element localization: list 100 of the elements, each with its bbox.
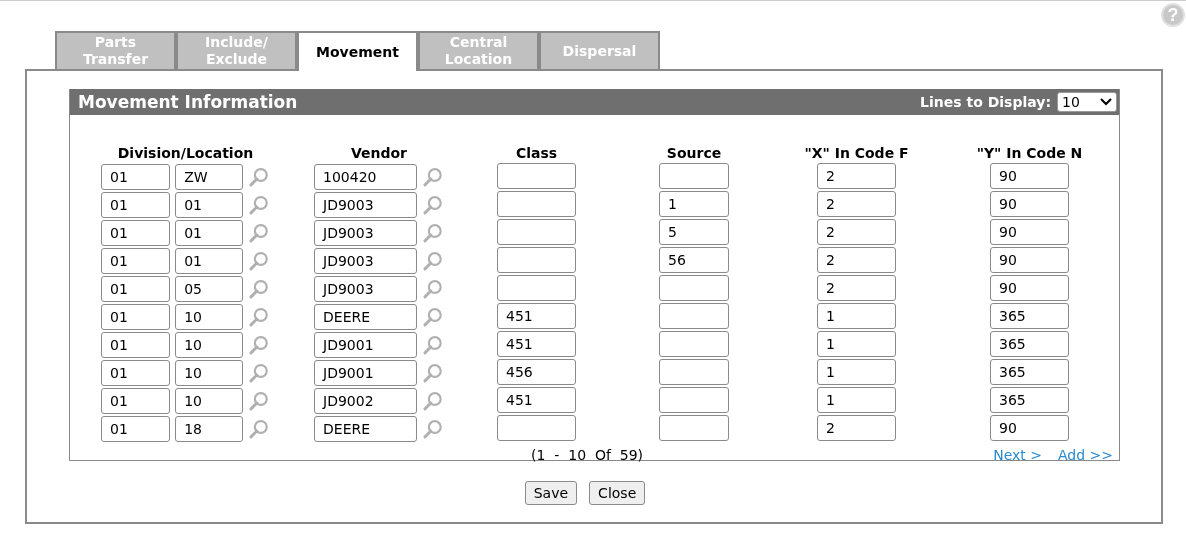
column-header: Source <box>666 145 722 163</box>
search-icon[interactable] <box>248 250 270 272</box>
x-code-field[interactable]: 2 <box>817 247 896 273</box>
division-field[interactable]: 01 <box>101 360 171 386</box>
location-field[interactable]: 10 <box>175 360 244 386</box>
location-field[interactable]: 01 <box>175 220 244 246</box>
source-field[interactable]: 1 <box>659 191 729 217</box>
x-code-field[interactable]: 1 <box>817 303 896 329</box>
source-field[interactable] <box>659 359 729 385</box>
vendor-field[interactable]: JD9001 <box>314 360 418 386</box>
y-code-field[interactable]: 90 <box>990 247 1069 273</box>
y-code-field[interactable]: 365 <box>990 303 1069 329</box>
tab[interactable]: Movement <box>297 31 418 71</box>
search-icon[interactable] <box>248 166 270 188</box>
pagination-text: (1 - 10 Of 59) <box>531 447 644 463</box>
search-icon[interactable] <box>422 390 444 412</box>
location-field[interactable]: 01 <box>175 248 244 274</box>
pager-link[interactable]: Add >> <box>1058 447 1113 463</box>
x-code-field[interactable]: 2 <box>817 219 896 245</box>
class-field[interactable] <box>497 275 576 301</box>
search-icon[interactable] <box>248 306 270 328</box>
search-icon[interactable] <box>248 194 270 216</box>
location-field[interactable]: 10 <box>175 304 244 330</box>
class-field[interactable] <box>497 219 576 245</box>
search-icon[interactable] <box>422 418 444 440</box>
search-icon[interactable] <box>422 278 444 300</box>
pager-link[interactable]: Next > <box>993 447 1042 463</box>
vendor-field[interactable]: JD9003 <box>314 192 418 218</box>
source-field[interactable]: 56 <box>659 247 729 273</box>
division-field[interactable]: 01 <box>101 388 171 414</box>
source-field[interactable] <box>659 387 729 413</box>
search-icon[interactable] <box>248 334 270 356</box>
search-icon[interactable] <box>422 250 444 272</box>
location-field[interactable]: 01 <box>175 192 244 218</box>
action-button[interactable]: Save <box>524 481 578 505</box>
location-field[interactable]: 10 <box>175 388 244 414</box>
x-code-field[interactable]: 2 <box>817 415 896 441</box>
class-field[interactable] <box>497 415 576 441</box>
search-icon[interactable] <box>422 166 444 188</box>
x-code-field[interactable]: 2 <box>817 275 896 301</box>
class-field[interactable] <box>497 163 576 189</box>
division-field[interactable]: 01 <box>101 192 171 218</box>
vendor-field[interactable]: JD9003 <box>314 248 418 274</box>
division-field[interactable]: 01 <box>101 220 171 246</box>
source-field[interactable]: 5 <box>659 219 729 245</box>
class-field[interactable]: 456 <box>497 359 576 385</box>
column-header: Vendor <box>350 145 408 163</box>
source-field[interactable] <box>659 303 729 329</box>
vendor-field[interactable]: 100420 <box>314 164 418 190</box>
source-field[interactable] <box>659 415 729 441</box>
x-code-field[interactable]: 2 <box>817 163 896 189</box>
class-field[interactable]: 451 <box>497 331 576 357</box>
vendor-field[interactable]: JD9002 <box>314 388 418 414</box>
action-button[interactable]: Close <box>589 481 646 505</box>
vendor-field[interactable]: JD9003 <box>314 220 418 246</box>
division-field[interactable]: 01 <box>101 416 171 442</box>
source-field[interactable] <box>659 275 729 301</box>
vendor-field[interactable]: JD9001 <box>314 332 418 358</box>
y-code-field[interactable]: 90 <box>990 275 1069 301</box>
x-code-field[interactable]: 1 <box>817 331 896 357</box>
search-icon[interactable] <box>248 362 270 384</box>
search-icon[interactable] <box>248 418 270 440</box>
x-code-field[interactable]: 2 <box>817 191 896 217</box>
vendor-field[interactable]: DEERE <box>314 304 418 330</box>
division-field[interactable]: 01 <box>101 248 171 274</box>
search-icon[interactable] <box>422 194 444 216</box>
y-code-field[interactable]: 365 <box>990 387 1069 413</box>
y-code-field[interactable]: 365 <box>990 331 1069 357</box>
location-field[interactable]: ZW <box>175 164 244 190</box>
y-code-field[interactable]: 90 <box>990 415 1069 441</box>
x-code-field[interactable]: 1 <box>817 359 896 385</box>
source-field[interactable] <box>659 163 729 189</box>
chevron-down-icon <box>1100 98 1112 106</box>
y-code-field[interactable]: 90 <box>990 163 1069 189</box>
y-code-field[interactable]: 90 <box>990 219 1069 245</box>
division-field[interactable]: 01 <box>101 304 171 330</box>
vendor-field[interactable]: DEERE <box>314 416 418 442</box>
y-code-field[interactable]: 365 <box>990 359 1069 385</box>
vendor-field[interactable]: JD9003 <box>314 276 418 302</box>
location-field[interactable]: 18 <box>175 416 244 442</box>
search-icon[interactable] <box>248 222 270 244</box>
division-field[interactable]: 01 <box>101 276 171 302</box>
search-icon[interactable] <box>422 334 444 356</box>
x-code-field[interactable]: 1 <box>817 387 896 413</box>
location-field[interactable]: 10 <box>175 332 244 358</box>
search-icon[interactable] <box>422 306 444 328</box>
search-icon[interactable] <box>422 222 444 244</box>
search-icon[interactable] <box>248 390 270 412</box>
search-icon[interactable] <box>422 362 444 384</box>
division-field[interactable]: 01 <box>101 164 171 190</box>
y-code-field[interactable]: 90 <box>990 191 1069 217</box>
class-field[interactable] <box>497 191 576 217</box>
lines-dropdown[interactable]: 10 <box>1057 92 1117 112</box>
class-field[interactable]: 451 <box>497 387 576 413</box>
division-field[interactable]: 01 <box>101 332 171 358</box>
class-field[interactable]: 451 <box>497 303 576 329</box>
search-icon[interactable] <box>248 278 270 300</box>
source-field[interactable] <box>659 331 729 357</box>
class-field[interactable] <box>497 247 576 273</box>
location-field[interactable]: 05 <box>175 276 244 302</box>
